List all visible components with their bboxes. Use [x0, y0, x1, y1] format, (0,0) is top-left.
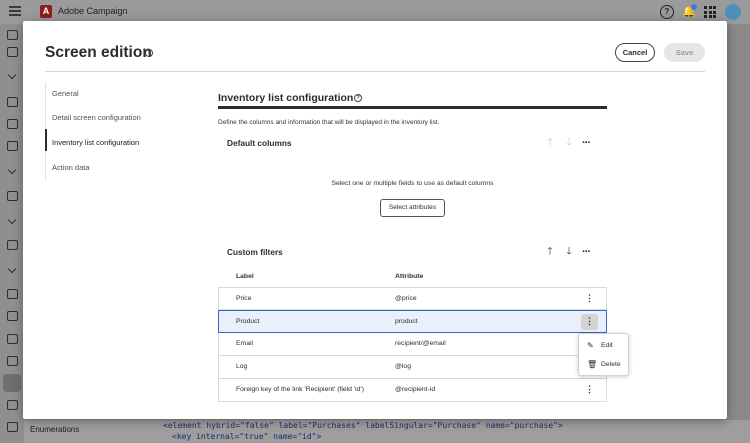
nav-item-general[interactable]: General	[52, 89, 79, 98]
notification-badge	[691, 4, 697, 10]
more-icon[interactable]: ···	[582, 247, 591, 258]
nav-item-action-data[interactable]: Action data	[52, 163, 90, 172]
rail-people-icon[interactable]	[7, 119, 18, 129]
section-divider	[218, 106, 607, 109]
move-down-icon[interactable]: 🡓	[564, 246, 574, 258]
menu-item-label: Edit	[601, 342, 613, 349]
table-row[interactable]: Log @log	[218, 356, 607, 379]
default-columns-empty-text: Select one or multiple fields to use as …	[331, 180, 494, 187]
rail-settings-list-icon[interactable]	[7, 400, 18, 410]
custom-filters-title: Custom filters	[227, 247, 283, 257]
row-label: Email	[236, 340, 253, 347]
apps-grid-icon[interactable]	[704, 6, 716, 18]
column-header-attribute: Attribute	[395, 273, 424, 280]
column-header-label: Label	[236, 273, 254, 280]
cancel-button[interactable]: Cancel	[615, 43, 655, 62]
row-attribute: @log	[395, 363, 411, 370]
row-context-menu: ✎ Edit 🗑 Delete	[578, 333, 629, 376]
app-name: Adobe Campaign	[58, 6, 128, 16]
nav-active-indicator	[45, 129, 47, 151]
more-icon[interactable]: ···	[582, 138, 591, 149]
row-attribute: @recipient-id	[395, 386, 436, 393]
row-attribute: product	[395, 318, 418, 325]
menu-item-edit[interactable]: ✎ Edit	[579, 337, 629, 355]
rail-active-schema-icon[interactable]	[3, 374, 21, 392]
table-row[interactable]: Email recipient/@email	[218, 333, 607, 356]
info-icon[interactable]: ?	[354, 94, 362, 102]
row-label: Price	[236, 295, 252, 302]
rail-hammer-icon[interactable]	[7, 334, 18, 344]
table-row[interactable]: Foreign key of the link 'Recipient' (fie…	[218, 379, 607, 402]
move-up-icon[interactable]: 🡑	[545, 137, 555, 149]
rail-bar-chart-icon[interactable]	[7, 240, 18, 250]
rail-history-icon[interactable]	[7, 356, 18, 366]
row-label: Product	[236, 318, 260, 325]
nav-item-detail-screen[interactable]: Detail screen configuration	[52, 113, 141, 122]
row-label: Foreign key of the link 'Recipient' (fie…	[236, 386, 364, 393]
save-button[interactable]: Save	[664, 43, 705, 62]
row-more-icon[interactable]: ⋮	[581, 314, 598, 330]
default-columns-title: Default columns	[227, 138, 292, 148]
code-line: <element hybrid="false" label="Purchases…	[163, 421, 563, 430]
dialog-title: Screen edition	[45, 44, 152, 61]
rail-shield-icon[interactable]	[7, 47, 18, 57]
rail-chevron-icon[interactable]	[7, 165, 17, 175]
section-title: Inventory list configuration	[218, 92, 354, 104]
menu-item-label: Delete	[601, 361, 621, 368]
menu-item-delete[interactable]: 🗑 Delete	[579, 356, 629, 374]
section-description: Define the columns and information that …	[218, 119, 440, 126]
enumerations-label[interactable]: Enumerations	[30, 425, 79, 434]
row-attribute: recipient/@email	[395, 340, 446, 347]
table-row[interactable]: Price @price ⋮	[218, 287, 607, 310]
rail-image-icon[interactable]	[7, 289, 18, 299]
row-more-icon[interactable]: ⋮	[581, 291, 598, 307]
screen-edition-dialog: Screen edition ? Cancel Save General Det…	[23, 21, 727, 419]
info-icon[interactable]: ?	[145, 49, 153, 57]
select-attributes-button[interactable]: Select attributes	[380, 199, 445, 217]
rail-chevron-icon[interactable]	[7, 70, 17, 80]
move-down-icon[interactable]: 🡓	[564, 137, 574, 149]
avatar[interactable]	[725, 4, 741, 20]
rail-chevron-icon[interactable]	[7, 215, 17, 225]
pencil-icon: ✎	[587, 341, 594, 350]
header-divider	[45, 71, 705, 72]
nav-item-inventory-list[interactable]: Inventory list configuration	[52, 138, 139, 147]
table-row-selected[interactable]: Product product ⋮	[218, 310, 607, 333]
custom-filters-table: Price @price ⋮ Product product ⋮ Email r…	[218, 287, 607, 402]
rail-enumerations-icon[interactable]	[7, 422, 18, 432]
row-label: Log	[236, 363, 248, 370]
rail-export-icon[interactable]	[7, 311, 18, 321]
move-up-icon[interactable]: 🡑	[545, 246, 555, 258]
trash-icon: 🗑	[587, 360, 598, 369]
left-navigation-rail	[0, 24, 24, 443]
row-attribute: @price	[395, 295, 417, 302]
row-more-icon[interactable]: ⋮	[581, 382, 598, 398]
rail-list-icon[interactable]	[7, 191, 18, 201]
adobe-logo-icon: A	[40, 5, 52, 18]
rail-chevron-icon[interactable]	[7, 264, 17, 274]
rail-chart-icon[interactable]	[7, 30, 18, 40]
hamburger-menu-icon[interactable]	[9, 6, 21, 16]
help-icon[interactable]: ?	[660, 5, 674, 19]
rail-inbox-icon[interactable]	[7, 141, 18, 151]
rail-person-icon[interactable]	[7, 97, 18, 107]
code-line: <key internal="true" name="id">	[172, 432, 322, 441]
